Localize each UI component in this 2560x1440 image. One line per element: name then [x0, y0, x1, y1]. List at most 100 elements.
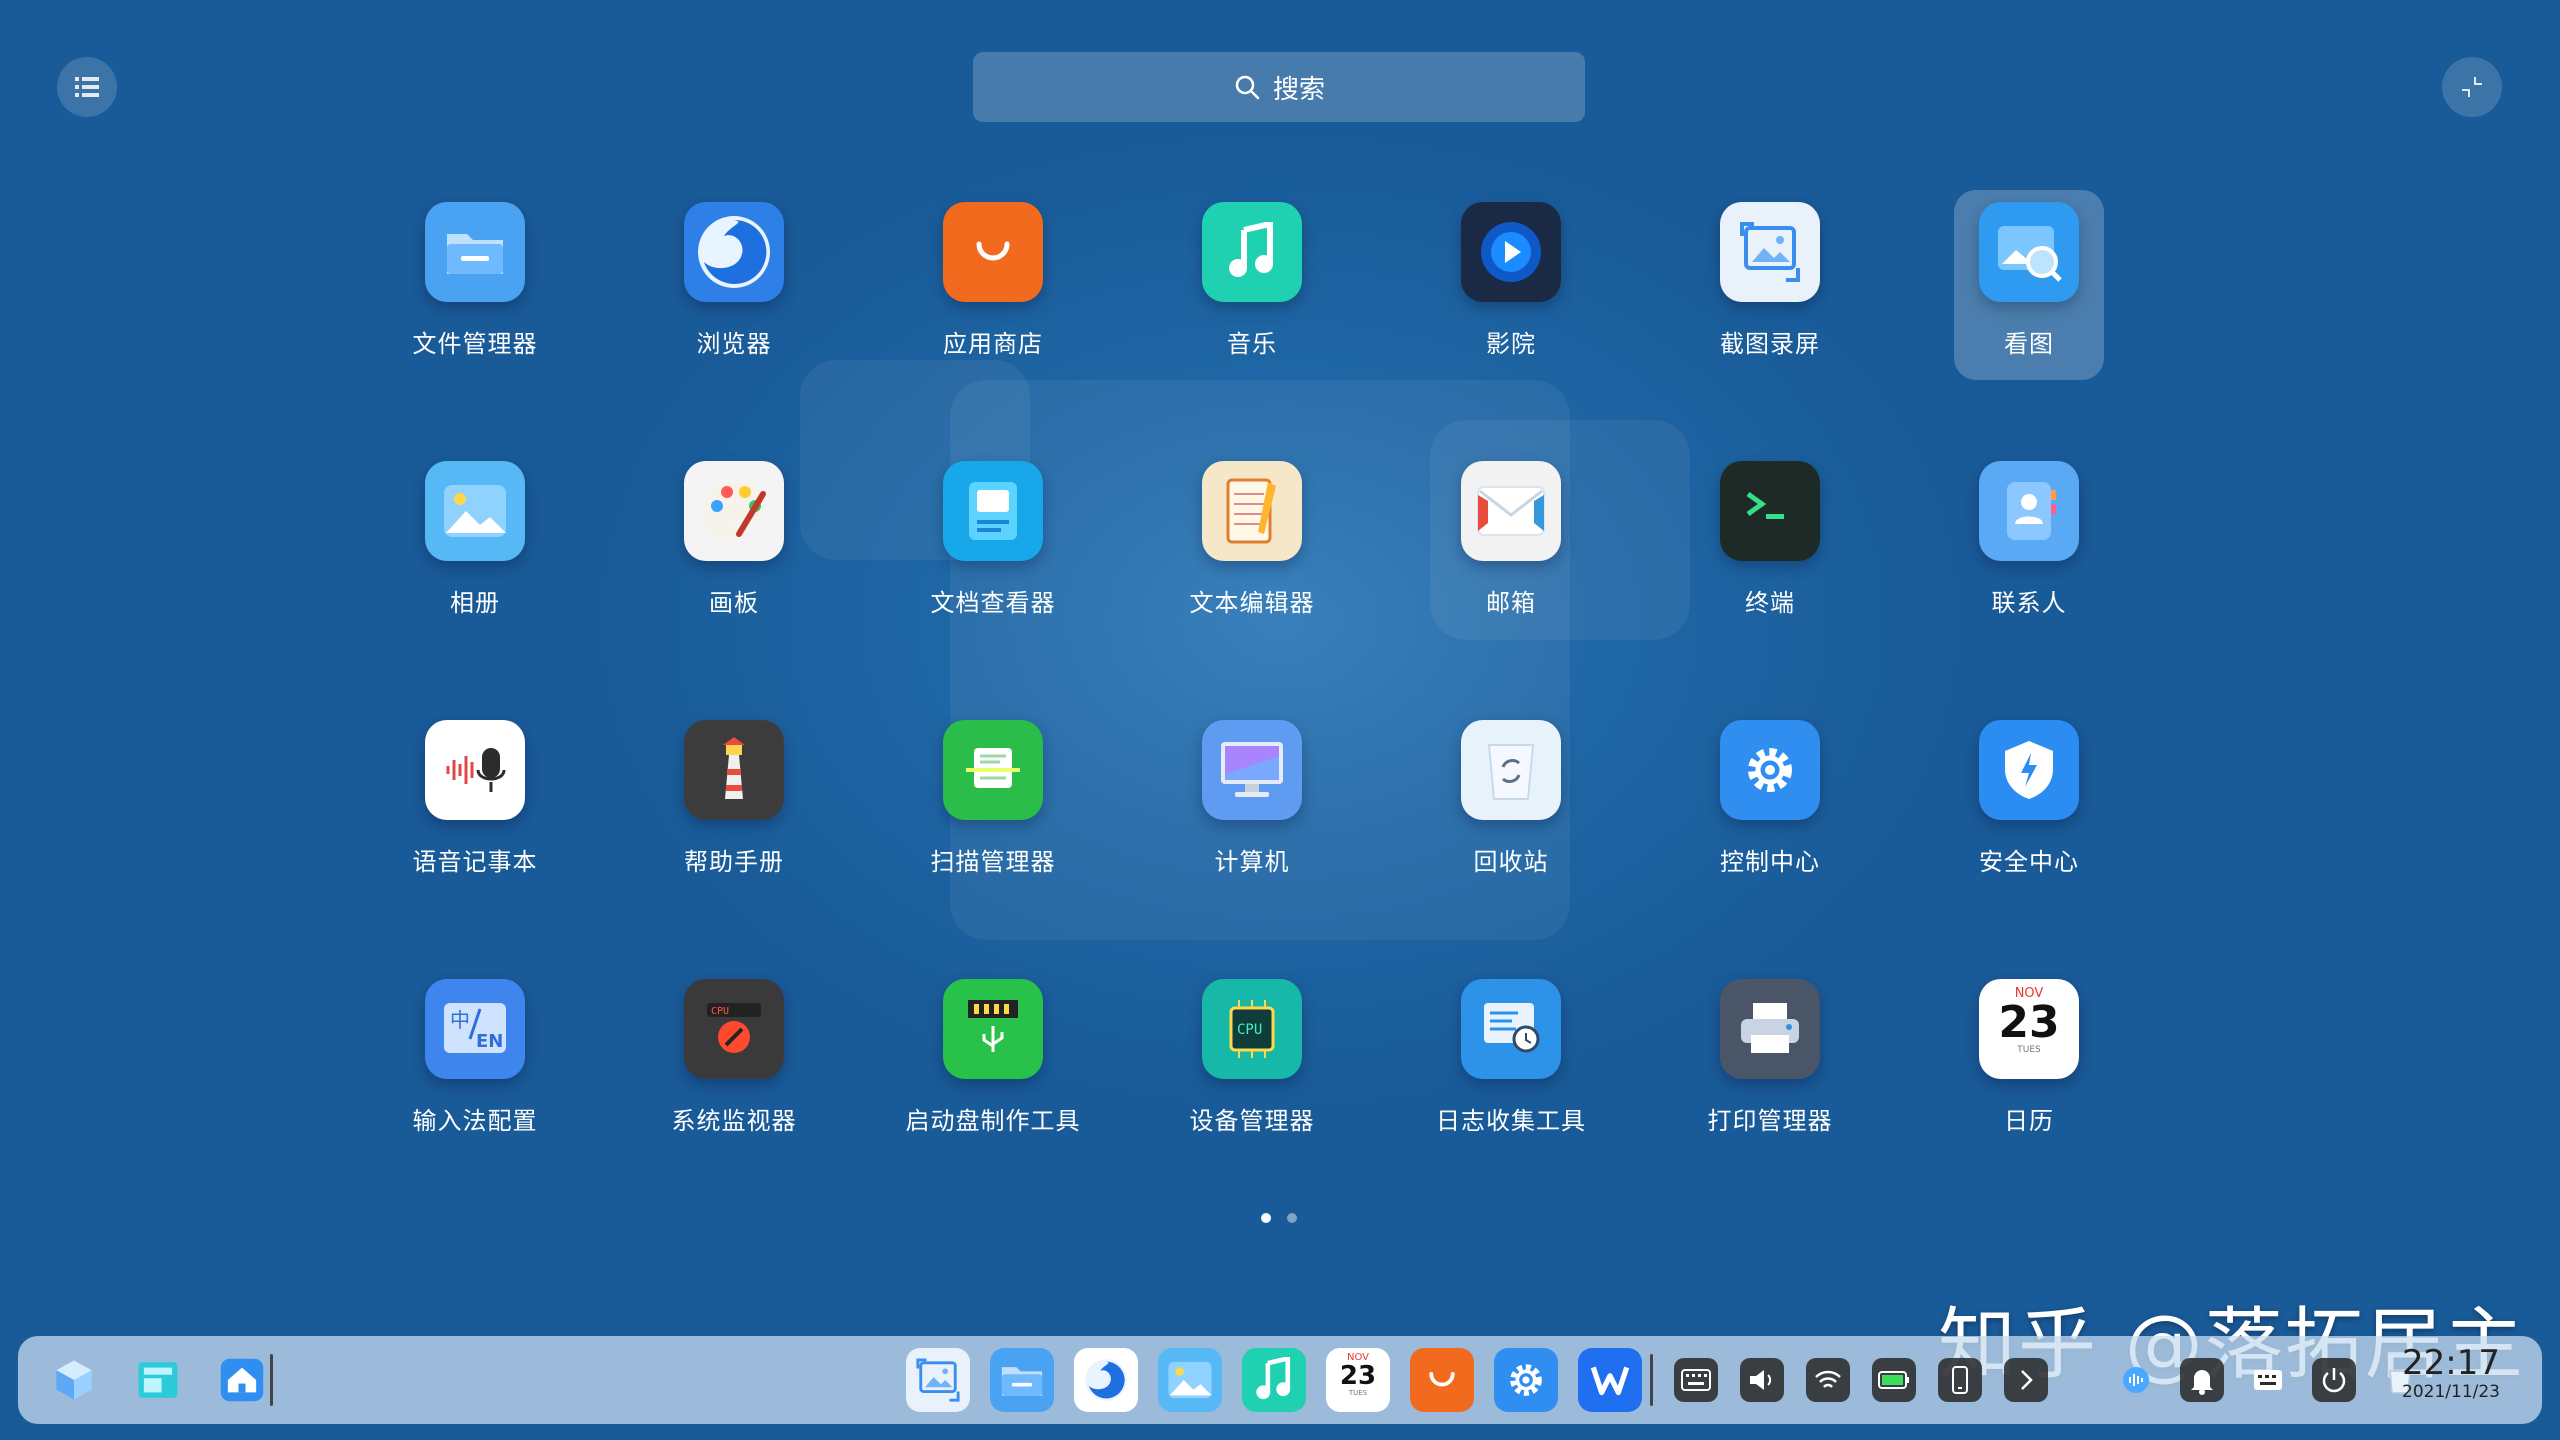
cpu-meter-icon: CPU [684, 979, 784, 1079]
battery-icon[interactable] [1872, 1358, 1916, 1402]
keyboard-icon[interactable] [1674, 1358, 1718, 1402]
app-tile[interactable]: 帮助手册 [659, 708, 809, 898]
launcher-mode-button[interactable] [57, 57, 117, 117]
app-label: 应用商店 [943, 330, 1043, 358]
app-tile[interactable]: 中 EN 输入法配置 [400, 967, 550, 1157]
desktop-home-icon[interactable] [210, 1348, 274, 1412]
search-box[interactable]: 搜索 [973, 52, 1585, 122]
exit-fullscreen-button[interactable] [2442, 57, 2502, 117]
app-tile[interactable]: 语音记事本 [400, 708, 550, 898]
page-dot[interactable] [1287, 1213, 1297, 1223]
app-tile[interactable]: 文件管理器 [400, 190, 550, 380]
svg-text:CPU: CPU [1237, 1022, 1262, 1038]
app-tile[interactable]: 邮箱 [1436, 449, 1586, 639]
app-label: 文本编辑器 [1189, 589, 1315, 617]
music-note-icon [1202, 202, 1302, 302]
app-tile[interactable]: 启动盘制作工具 [906, 967, 1080, 1157]
notebook-pencil-icon [1202, 461, 1302, 561]
browser-icon[interactable] [1074, 1348, 1138, 1412]
app-tile[interactable]: 控制中心 [1695, 708, 1845, 898]
voice-memo-icon [425, 720, 525, 820]
app-label: 日志收集工具 [1436, 1107, 1586, 1135]
palette-icon [684, 461, 784, 561]
scanner-icon [943, 720, 1043, 820]
phone-icon[interactable] [1938, 1358, 1982, 1402]
search-placeholder: 搜索 [1272, 74, 1325, 105]
log-collector-icon [1461, 979, 1561, 1079]
app-label: 邮箱 [1486, 589, 1536, 617]
multitask-view-icon[interactable] [126, 1348, 190, 1412]
gear-icon [1720, 720, 1820, 820]
chevron-right-icon[interactable] [2004, 1358, 2048, 1402]
store-bag-icon[interactable] [1410, 1348, 1474, 1412]
app-tile[interactable]: 相册 [400, 449, 550, 639]
app-label: 联系人 [1991, 589, 2067, 617]
app-label: 终端 [1745, 589, 1795, 617]
app-label: 设备管理器 [1189, 1107, 1315, 1135]
app-tile[interactable]: 应用商店 [918, 190, 1068, 380]
wifi-icon[interactable] [1806, 1358, 1850, 1402]
app-tile[interactable]: 浏览器 [659, 190, 809, 380]
app-tile[interactable]: 文本编辑器 [1177, 449, 1327, 639]
app-label: 影院 [1486, 330, 1536, 358]
app-label: 文档查看器 [930, 589, 1056, 617]
gear-icon[interactable] [1494, 1348, 1558, 1412]
clock[interactable]: 22:17 2021/11/23 [2402, 1344, 2500, 1402]
lighthouse-icon [684, 720, 784, 820]
app-tile[interactable]: 音乐 [1177, 190, 1327, 380]
monitor-icon [1202, 720, 1302, 820]
app-tile[interactable]: 回收站 [1436, 708, 1586, 898]
app-tile[interactable]: 看图 [1954, 190, 2104, 380]
app-tile[interactable]: 计算机 [1177, 708, 1327, 898]
app-tile[interactable]: 画板 [659, 449, 809, 639]
document-viewer-icon [943, 461, 1043, 561]
app-tile[interactable]: 打印管理器 [1695, 967, 1845, 1157]
trash-icon [1461, 720, 1561, 820]
input-icon[interactable] [2246, 1358, 2290, 1402]
app-tile[interactable]: 影院 [1436, 190, 1586, 380]
clock-time: 22:17 [2402, 1343, 2500, 1383]
app-tile[interactable]: CPU 设备管理器 [1177, 967, 1327, 1157]
app-tile[interactable]: 文档查看器 [918, 449, 1068, 639]
app-tile[interactable]: 日志收集工具 [1436, 967, 1586, 1157]
app-label: 看图 [2004, 330, 2054, 358]
app-label: 帮助手册 [684, 848, 784, 876]
assistant-icon[interactable] [2114, 1358, 2158, 1402]
power-icon[interactable] [2312, 1358, 2356, 1402]
search-icon [1235, 75, 1260, 100]
calendar-icon[interactable]: NOV 23 TUES [1326, 1348, 1390, 1412]
svg-text:中: 中 [450, 1008, 470, 1032]
app-tile[interactable]: 终端 [1695, 449, 1845, 639]
album-icon[interactable] [1158, 1348, 1222, 1412]
app-label: 计算机 [1214, 848, 1290, 876]
folder-icon[interactable] [990, 1348, 1054, 1412]
app-tile[interactable]: 截图录屏 [1695, 190, 1845, 380]
screenshot-icon[interactable] [906, 1348, 970, 1412]
app-tile[interactable]: 扫描管理器 [918, 708, 1068, 898]
app-label: 扫描管理器 [930, 848, 1056, 876]
app-label: 启动盘制作工具 [905, 1107, 1081, 1135]
page-dot[interactable] [1261, 1213, 1271, 1223]
album-icon [425, 461, 525, 561]
app-label: 画板 [709, 589, 759, 617]
bell-icon[interactable] [2180, 1358, 2224, 1402]
screenshot-icon [1720, 202, 1820, 302]
app-label: 截图录屏 [1720, 330, 1820, 358]
app-tile[interactable]: 安全中心 [1954, 708, 2104, 898]
wps-office-icon[interactable] [1578, 1348, 1642, 1412]
app-label: 输入法配置 [412, 1107, 538, 1135]
terminal-icon [1720, 461, 1820, 561]
launcher-cube-icon[interactable] [42, 1348, 106, 1412]
app-label: 文件管理器 [412, 330, 538, 358]
envelope-icon [1461, 461, 1561, 561]
printer-icon [1720, 979, 1820, 1079]
folder-icon [425, 202, 525, 302]
app-tile[interactable]: 联系人 [1954, 449, 2104, 639]
volume-icon[interactable] [1740, 1358, 1784, 1402]
clock-date: 2021/11/23 [2402, 1382, 2500, 1402]
app-tile[interactable]: NOV 23 TUES 日历 [1954, 967, 2104, 1157]
app-tile[interactable]: CPU 系统监视器 [659, 967, 809, 1157]
browser-icon [684, 202, 784, 302]
app-label: 语音记事本 [412, 848, 538, 876]
music-note-icon[interactable] [1242, 1348, 1306, 1412]
